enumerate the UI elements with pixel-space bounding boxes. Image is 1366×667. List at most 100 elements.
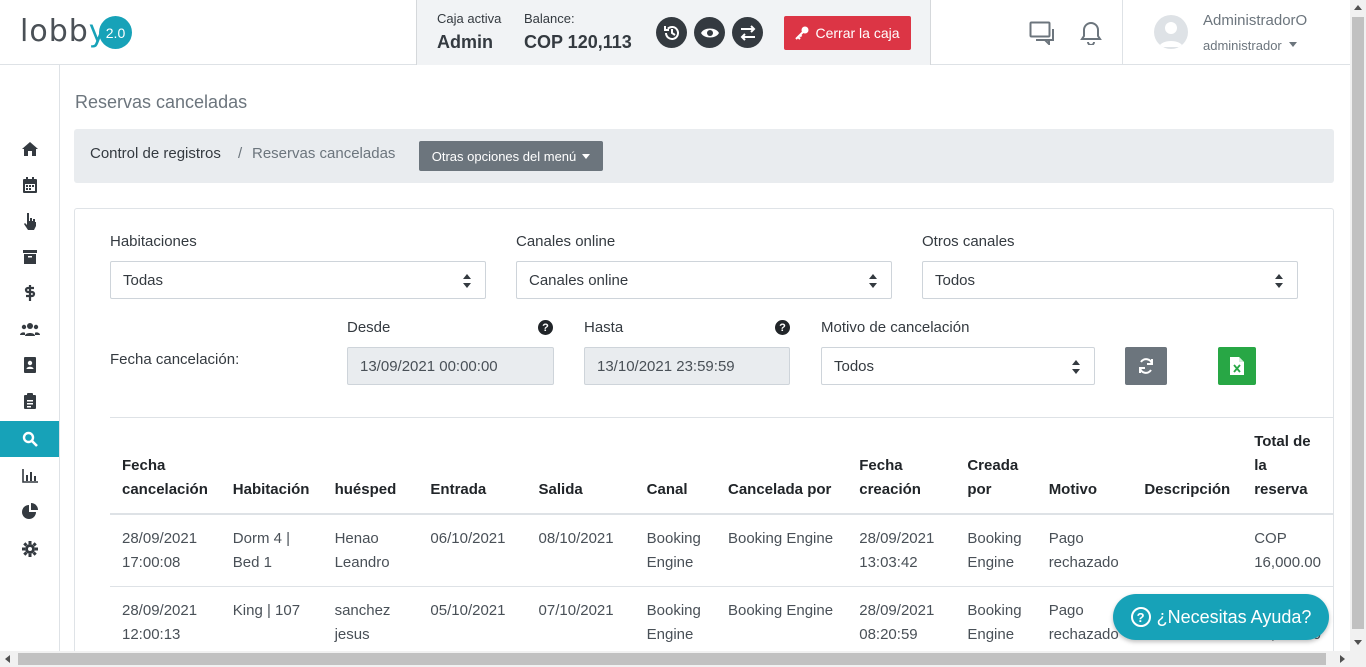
col-checkout[interactable]: Salida [526,417,635,515]
other-options-button[interactable]: Otras opciones del menú [419,141,603,171]
page-title: Reservas canceladas [75,92,248,112]
sidebar-item-contacts[interactable] [0,347,59,383]
online-channels-select[interactable]: Canales online [516,261,892,299]
top-header: lobby 2.0 Caja activa Admin Balance: COP… [0,0,1350,65]
user-role[interactable]: administrador [1203,38,1282,53]
bar-chart-icon [21,469,38,483]
breadcrumb-separator: / [238,145,243,162]
chevron-down-icon[interactable] [1289,42,1297,47]
exchange-icon [740,24,755,41]
reason-value: Todos [834,357,875,375]
cell-created-by: Booking Engine [955,514,1037,587]
clipboard-icon [23,393,36,409]
breadcrumb-parent[interactable]: Control de registros [90,145,221,162]
key-icon [795,26,809,40]
lobby-logo[interactable]: lobby [20,14,108,49]
reason-select[interactable]: Todos [821,347,1095,385]
sidebar-item-money[interactable] [0,275,59,311]
to-help-icon[interactable]: ? [775,320,790,335]
vertical-scrollbar-thumb[interactable] [1352,17,1364,629]
breadcrumb-current: Reservas canceladas [252,145,396,162]
view-button[interactable] [694,17,725,48]
cell-cancel-date: 28/09/2021 12:00:13 [110,586,221,659]
col-description[interactable]: Descripción [1132,417,1243,515]
version-badge: 2.0 [99,16,132,49]
to-label: Hasta [584,319,624,336]
cell-cancel-date: 28/09/2021 17:00:08 [110,514,221,587]
history-button[interactable] [656,17,687,48]
refresh-button[interactable] [1125,347,1167,385]
col-total[interactable]: Total de la reserva [1242,417,1333,515]
col-checkin[interactable]: Entrada [418,417,527,515]
sidebar-item-hand[interactable] [0,203,59,239]
sidebar-item-pie[interactable] [0,494,59,530]
sidebar-item-home[interactable] [0,131,59,167]
col-cancelled-by[interactable]: Cancelada por [715,417,848,515]
cell-room: King | 107 [220,586,323,659]
sidebar-item-archive[interactable] [0,239,59,275]
scroll-up-arrow-icon[interactable] [1354,5,1362,10]
col-channel[interactable]: Canal [634,417,716,515]
col-cancel-date[interactable]: Fecha cancelación [110,417,221,515]
close-cash-button[interactable]: Cerrar la caja [784,16,911,50]
reason-label: Motivo de cancelación [821,319,970,336]
notifications-button[interactable] [1076,20,1106,46]
other-channels-label: Otros canales [922,233,1015,250]
users-icon [19,323,40,336]
horizontal-scrollbar-thumb[interactable] [18,653,1326,665]
from-help-icon[interactable]: ? [538,320,553,335]
caret-down-icon [582,153,591,159]
online-channels-value: Canales online [529,271,629,289]
scroll-right-arrow-icon[interactable] [1340,655,1345,663]
online-channels-label: Canales online [516,233,616,250]
search-icon [22,431,38,447]
col-created-date[interactable]: Fecha creación [847,417,956,515]
header-divider [1122,0,1123,65]
cell-room: Dorm 4 | Bed 1 [220,514,323,587]
sidebar-item-search[interactable] [0,421,59,457]
home-icon [21,142,38,156]
scroll-down-arrow-icon[interactable] [1354,640,1362,645]
sidebar-item-clipboard[interactable] [0,383,59,419]
user-avatar-icon [1159,22,1183,47]
table-header-row: Fecha cancelación Habitación huésped Ent… [110,417,1333,515]
help-button[interactable]: ? ¿Necesitas Ayuda? [1113,594,1329,640]
cell-created-by: Booking Engine [955,586,1037,659]
select-arrows-icon [1275,274,1283,288]
col-room[interactable]: Habitación [220,417,323,515]
sidebar-item-calendar[interactable] [0,167,59,203]
excel-export-button[interactable] [1218,347,1256,385]
gear-icon [21,541,38,557]
cell-cancelled-by: Booking Engine [715,514,848,587]
sidebar-item-chart[interactable] [0,458,59,494]
archive-icon [22,250,37,264]
table-row[interactable]: 28/09/2021 17:00:08 Dorm 4 | Bed 1 Henao… [110,514,1333,587]
chat-icon [1029,21,1054,45]
transfer-button[interactable] [732,17,763,48]
select-arrows-icon [869,274,877,288]
cell-channel: Booking Engine [634,514,716,587]
help-button-label: ¿Necesitas Ayuda? [1156,606,1312,627]
cell-checkin: 05/10/2021 [418,586,527,659]
sidebar-item-users[interactable] [0,311,59,347]
col-created-by[interactable]: Creada por [955,417,1037,515]
avatar[interactable] [1154,15,1188,49]
col-guest[interactable]: huésped [322,417,419,515]
cell-reason: Pago rechazado [1036,514,1133,587]
history-icon [663,25,679,40]
other-channels-select[interactable]: Todos [922,261,1298,299]
user-name[interactable]: AdministradorO [1203,12,1307,29]
cell-total: COP 16,000.00 [1242,514,1333,587]
messages-button[interactable] [1028,20,1058,46]
sidebar-item-settings[interactable] [0,531,59,567]
cash-panel: Caja activa Admin Balance: COP 120,113 C… [416,0,931,65]
eye-icon [700,28,719,37]
from-date-input[interactable]: 13/09/2021 00:00:00 [347,347,554,385]
rooms-select[interactable]: Todas [110,261,486,299]
to-date-input[interactable]: 13/10/2021 23:59:59 [584,347,790,385]
col-reason[interactable]: Motivo [1036,417,1133,515]
scroll-left-arrow-icon[interactable] [5,655,10,663]
balance-value: COP 120,113 [524,32,632,52]
other-channels-value: Todos [935,271,976,289]
rooms-label: Habitaciones [110,233,197,250]
